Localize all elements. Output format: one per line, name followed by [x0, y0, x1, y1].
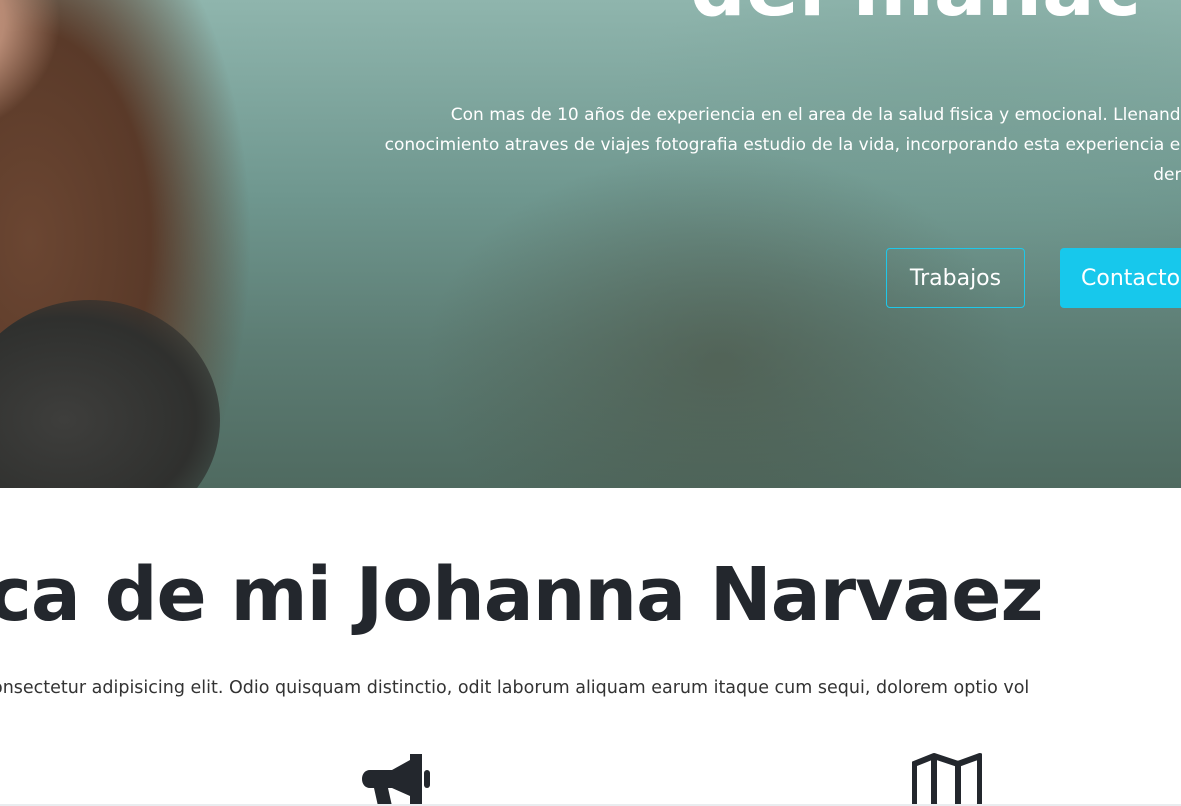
hero-section: del manac Con mas de 10 años de experien… [0, 0, 1181, 488]
hero-paragraph-line: dem [1153, 165, 1181, 185]
about-title: ca de mi Johanna Narvaez [0, 552, 1044, 638]
hero-paragraph-line: Con mas de 10 años de experiencia en el … [450, 105, 1181, 125]
map-icon [912, 752, 982, 806]
contact-button[interactable]: Contacto [1060, 248, 1181, 308]
hero-title: del manac [690, 0, 1141, 34]
megaphone-icon [362, 752, 432, 806]
hero-paragraph: Con mas de 10 años de experiencia en el … [300, 100, 1181, 190]
works-button[interactable]: Trabajos [886, 248, 1025, 308]
hero-paragraph-line: conocimiento atraves de viajes fotografi… [384, 135, 1181, 155]
about-text: onsectetur adipisicing elit. Odio quisqu… [0, 678, 1030, 698]
